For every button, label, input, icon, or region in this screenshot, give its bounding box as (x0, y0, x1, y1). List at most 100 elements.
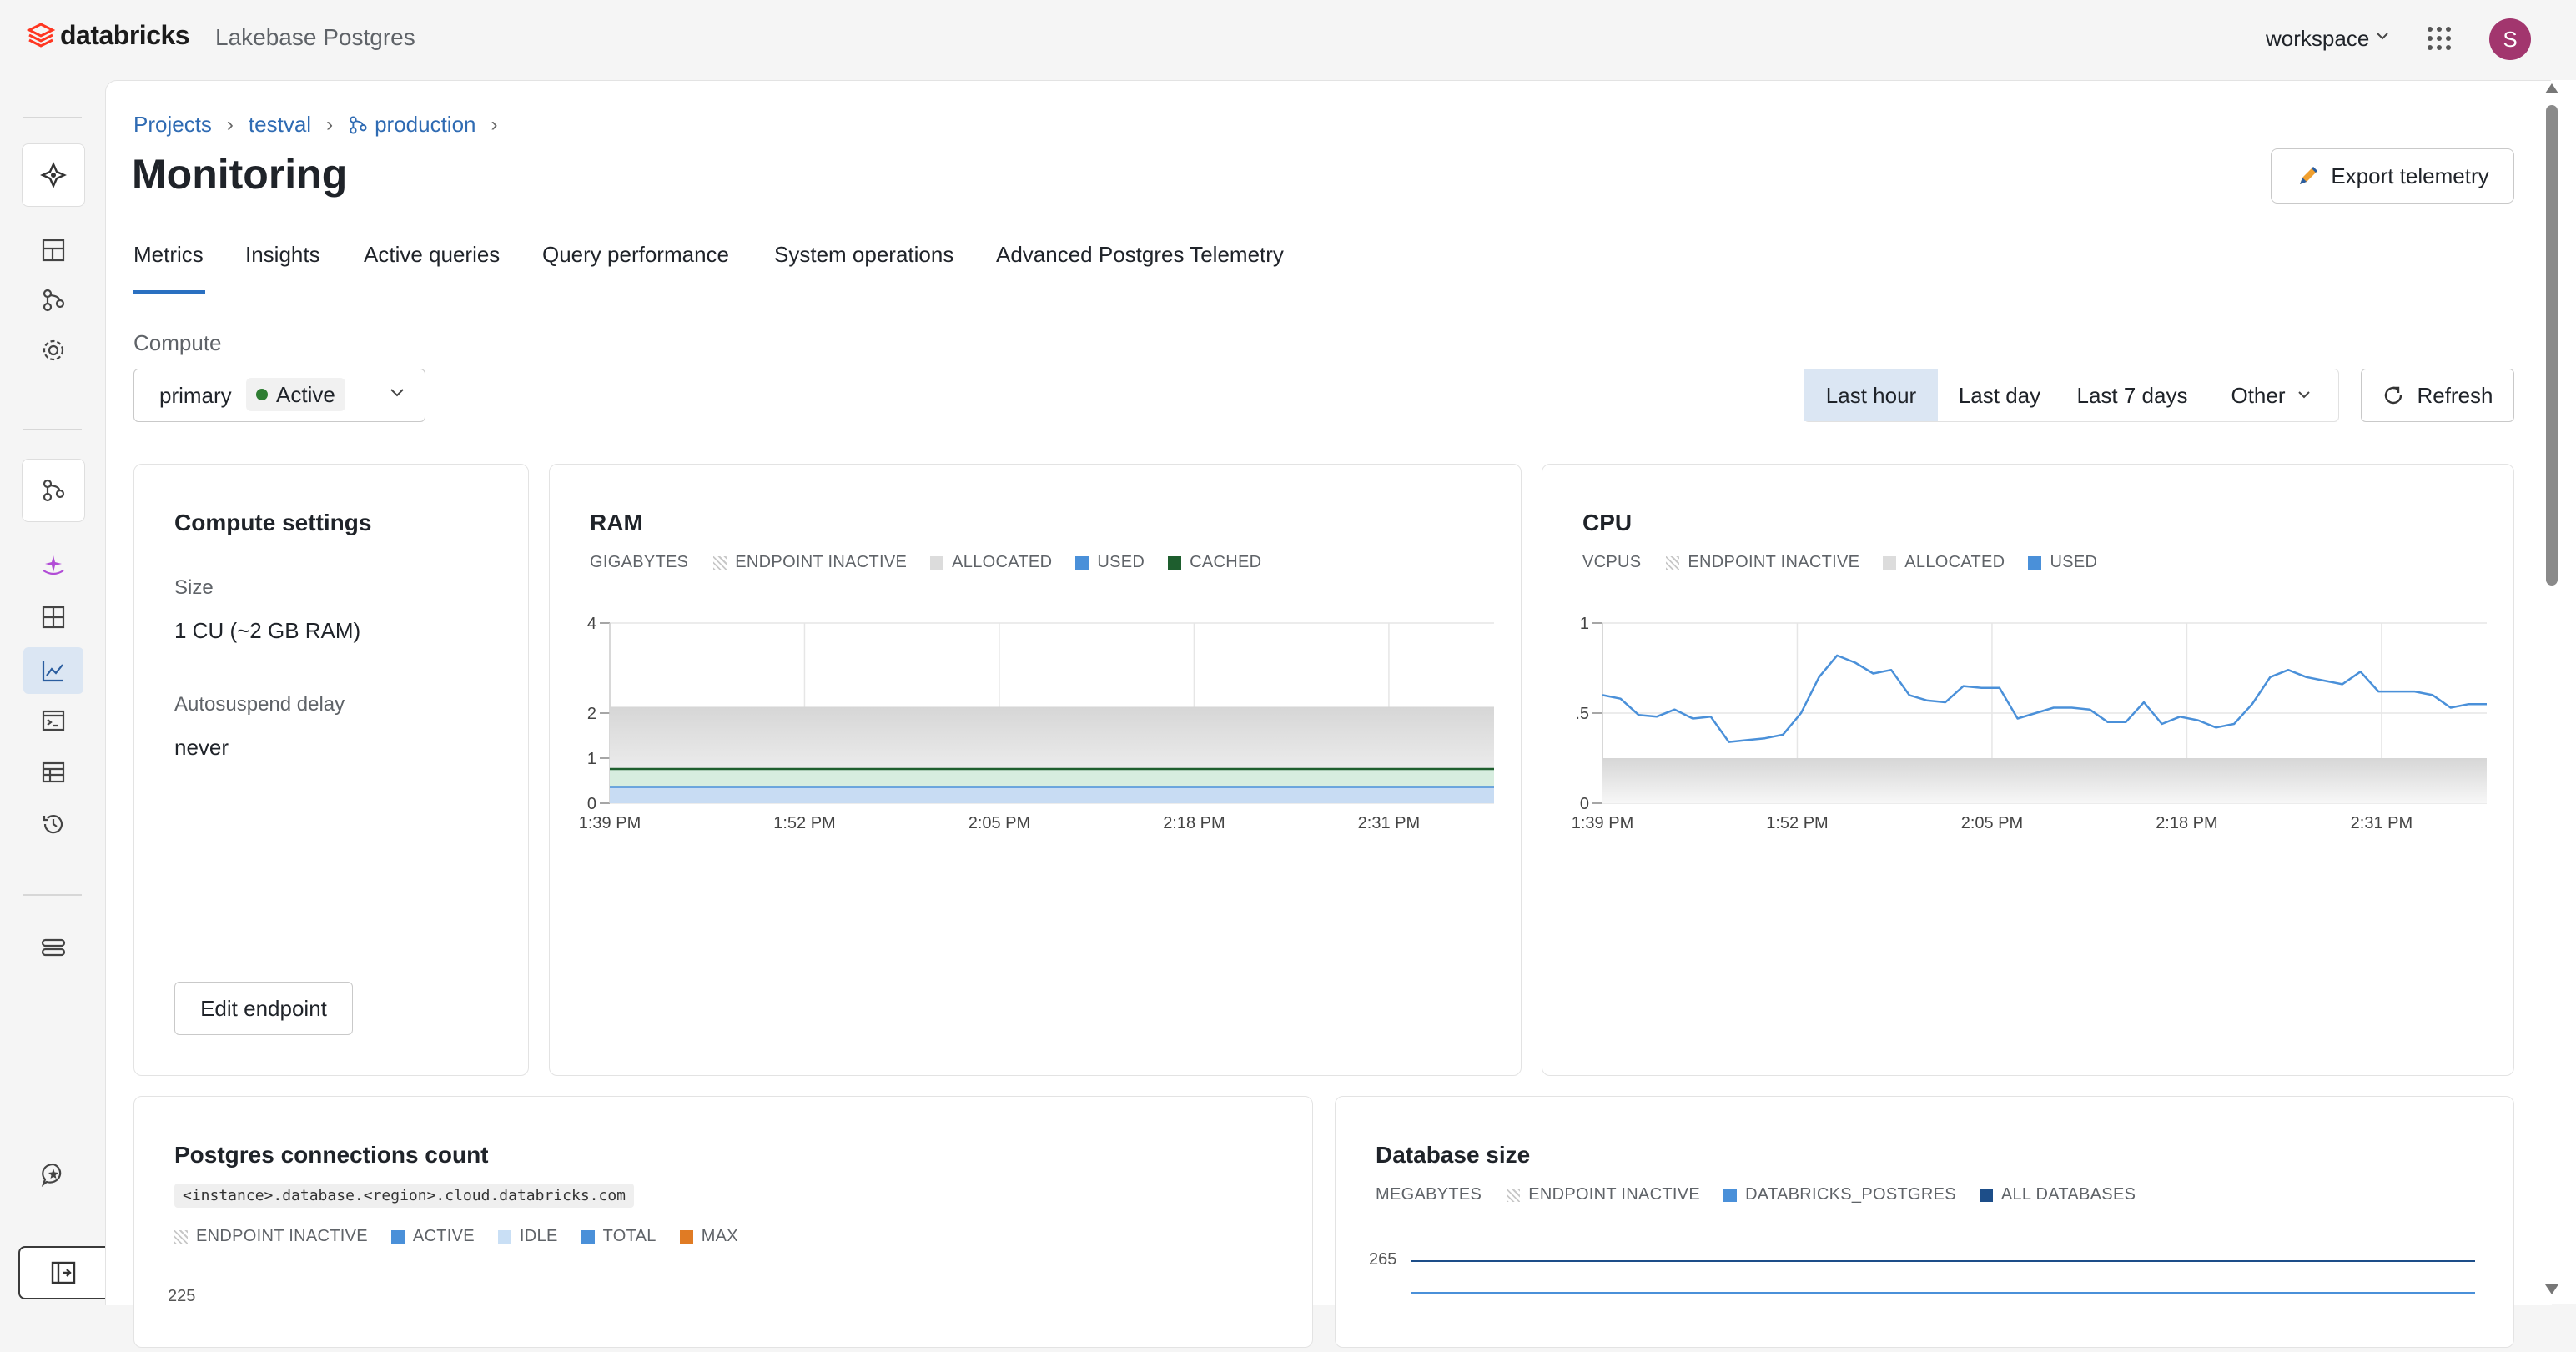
status-badge: Active (246, 378, 345, 411)
legend-item[interactable]: MAX (679, 1227, 738, 1246)
x-tick-label: 1:52 PM (1766, 814, 1828, 832)
range-other-dropdown[interactable]: Other (2203, 369, 2338, 421)
sidebar-feedback-button[interactable] (35, 1156, 72, 1193)
chart-title: Database size (1376, 1142, 1531, 1168)
sidebar-item-monitoring[interactable] (23, 647, 83, 694)
legend-item[interactable]: USED (1075, 553, 1145, 572)
swatch-icon (390, 1229, 405, 1244)
compute-select[interactable]: primary Active (133, 369, 425, 422)
legend-item[interactable]: DATABRICKS_POSTGRES (1723, 1185, 1956, 1204)
legend-label: ENDPOINT INACTIVE (735, 553, 908, 571)
sidebar-item-branches[interactable] (35, 282, 72, 319)
refresh-label: Refresh (2417, 382, 2493, 408)
sidebar-item-dashboard[interactable] (35, 232, 72, 269)
edit-endpoint-button[interactable]: Edit endpoint (174, 982, 353, 1035)
swatch-icon (2028, 555, 2042, 570)
size-value: 1 CU (~2 GB RAM) (174, 618, 361, 643)
breadcrumb-separator-icon: › (226, 113, 234, 136)
scroll-down-arrow-icon[interactable] (2545, 1284, 2558, 1294)
legend-label: CACHED (1190, 553, 1262, 571)
unit-label: GIGABYTES (590, 553, 689, 571)
sidebar-divider (23, 117, 82, 118)
legend-item[interactable]: ALLOCATED (930, 553, 1052, 572)
sidebar-item-tables[interactable] (35, 599, 72, 636)
ram-chart-card: RAM GIGABYTES ENDPOINT INACTIVE ALLOCATE… (549, 464, 1522, 1076)
compute-settings-card: Compute settings Size 1 CU (~2 GB RAM) A… (133, 464, 529, 1076)
swatch-icon (679, 1229, 693, 1244)
dashboard-icon (42, 606, 65, 629)
legend-label: ENDPOINT INACTIVE (196, 1227, 368, 1245)
legend-item[interactable]: ACTIVE (390, 1227, 475, 1246)
legend-label: ALLOCATED (1904, 553, 2005, 571)
legend-label: DATABRICKS_POSTGRES (1745, 1185, 1956, 1204)
sidebar-item-integrations[interactable] (35, 929, 72, 966)
export-icon (2300, 166, 2318, 184)
legend-label: ENDPOINT INACTIVE (1528, 1185, 1701, 1204)
legend-item[interactable]: TOTAL (581, 1227, 657, 1246)
legend-item[interactable]: ENDPOINT INACTIVE (713, 553, 907, 572)
legend-label: ACTIVE (412, 1227, 475, 1245)
sidebar-item-history[interactable] (35, 806, 72, 842)
swatch-icon (1075, 555, 1089, 570)
ram-chart[interactable]: 1:39 PM 1:52 PM 2:05 PM 2:18 PM 2:31 PM 0 1 2 4 (550, 590, 1521, 873)
breadcrumb-branch[interactable]: production (375, 112, 475, 138)
legend-item[interactable]: IDLE (497, 1227, 558, 1246)
breadcrumb-projects[interactable]: Projects (133, 112, 212, 138)
legend-label: MAX (701, 1227, 738, 1245)
scroll-up-arrow-icon[interactable] (2545, 83, 2558, 93)
history-icon (43, 815, 63, 834)
sidebar-item-sql-editor[interactable] (35, 702, 72, 739)
refresh-button[interactable]: Refresh (2361, 369, 2514, 422)
workspace-switcher[interactable]: workspace (2266, 26, 2369, 52)
status-dot-icon (256, 389, 268, 400)
export-telemetry-button[interactable]: Export telemetry (2271, 148, 2514, 204)
range-last-7-days[interactable]: Last 7 days (2061, 369, 2203, 421)
tab-advanced-postgres-telemetry[interactable]: Advanced Postgres Telemetry (996, 242, 1284, 268)
sidebar-home-button[interactable] (22, 143, 85, 207)
legend-item[interactable]: ALLOCATED (1883, 553, 2005, 572)
tab-metrics[interactable]: Metrics (133, 242, 204, 268)
tab-system-operations[interactable]: System operations (774, 242, 953, 268)
tab-bar: Metrics Insights Active queries Query pe… (133, 239, 2516, 294)
x-tick-label: 2:05 PM (969, 814, 1030, 832)
tab-insights[interactable]: Insights (245, 242, 320, 268)
legend-item[interactable]: USED (2028, 553, 2097, 572)
tab-active-queries[interactable]: Active queries (364, 242, 500, 268)
cpu-chart[interactable]: 1:39 PM 1:52 PM 2:05 PM 2:18 PM 2:31 PM 0 .5 1 (1542, 590, 2513, 873)
chart-title: Postgres connections count (174, 1142, 489, 1168)
legend-item[interactable]: CACHED (1168, 553, 1261, 572)
chevron-down-icon[interactable] (2376, 31, 2389, 41)
y-tick-label: .5 (1575, 705, 1589, 723)
avatar[interactable]: S (2489, 18, 2531, 60)
scrollbar-thumb[interactable] (2546, 105, 2558, 586)
breadcrumb: Projects › testval › production › (133, 112, 513, 138)
sidebar-branch-button[interactable] (22, 459, 85, 522)
range-other-label: Other (2231, 382, 2286, 408)
compute-value: primary (159, 383, 232, 408)
breadcrumb-project[interactable]: testval (249, 112, 311, 138)
compute-label: Compute (133, 330, 222, 355)
unit-label: MEGABYTES (1376, 1185, 1482, 1204)
swatch-icon (1168, 555, 1182, 570)
tab-query-performance[interactable]: Query performance (542, 242, 729, 268)
sidebar-item-table-view[interactable] (35, 754, 72, 791)
legend-item[interactable]: ENDPOINT INACTIVE (1507, 1185, 1700, 1204)
databricks-logo[interactable]: databricks (27, 20, 190, 51)
page-title: Monitoring (132, 151, 348, 198)
sidebar-item-settings[interactable] (35, 332, 72, 369)
apps-grid-icon[interactable] (2426, 25, 2453, 52)
legend-item[interactable]: ENDPOINT INACTIVE (1666, 553, 1859, 572)
range-last-day[interactable]: Last day (1938, 369, 2061, 421)
sidebar-item-ai[interactable] (35, 547, 72, 584)
status-text: Active (276, 381, 335, 407)
table-icon (42, 761, 65, 783)
sparkle-icon (43, 555, 64, 575)
chart-title: RAM (590, 510, 643, 535)
y-tick-label: 0 (587, 795, 596, 813)
legend-item[interactable]: ALL DATABASES (1979, 1185, 2136, 1204)
used-area (610, 787, 1494, 803)
legend-item[interactable]: ENDPOINT INACTIVE (174, 1227, 368, 1246)
range-last-hour[interactable]: Last hour (1804, 369, 1938, 421)
collapse-sidebar-button[interactable] (18, 1246, 107, 1299)
y-tick-label: 4 (587, 615, 596, 633)
